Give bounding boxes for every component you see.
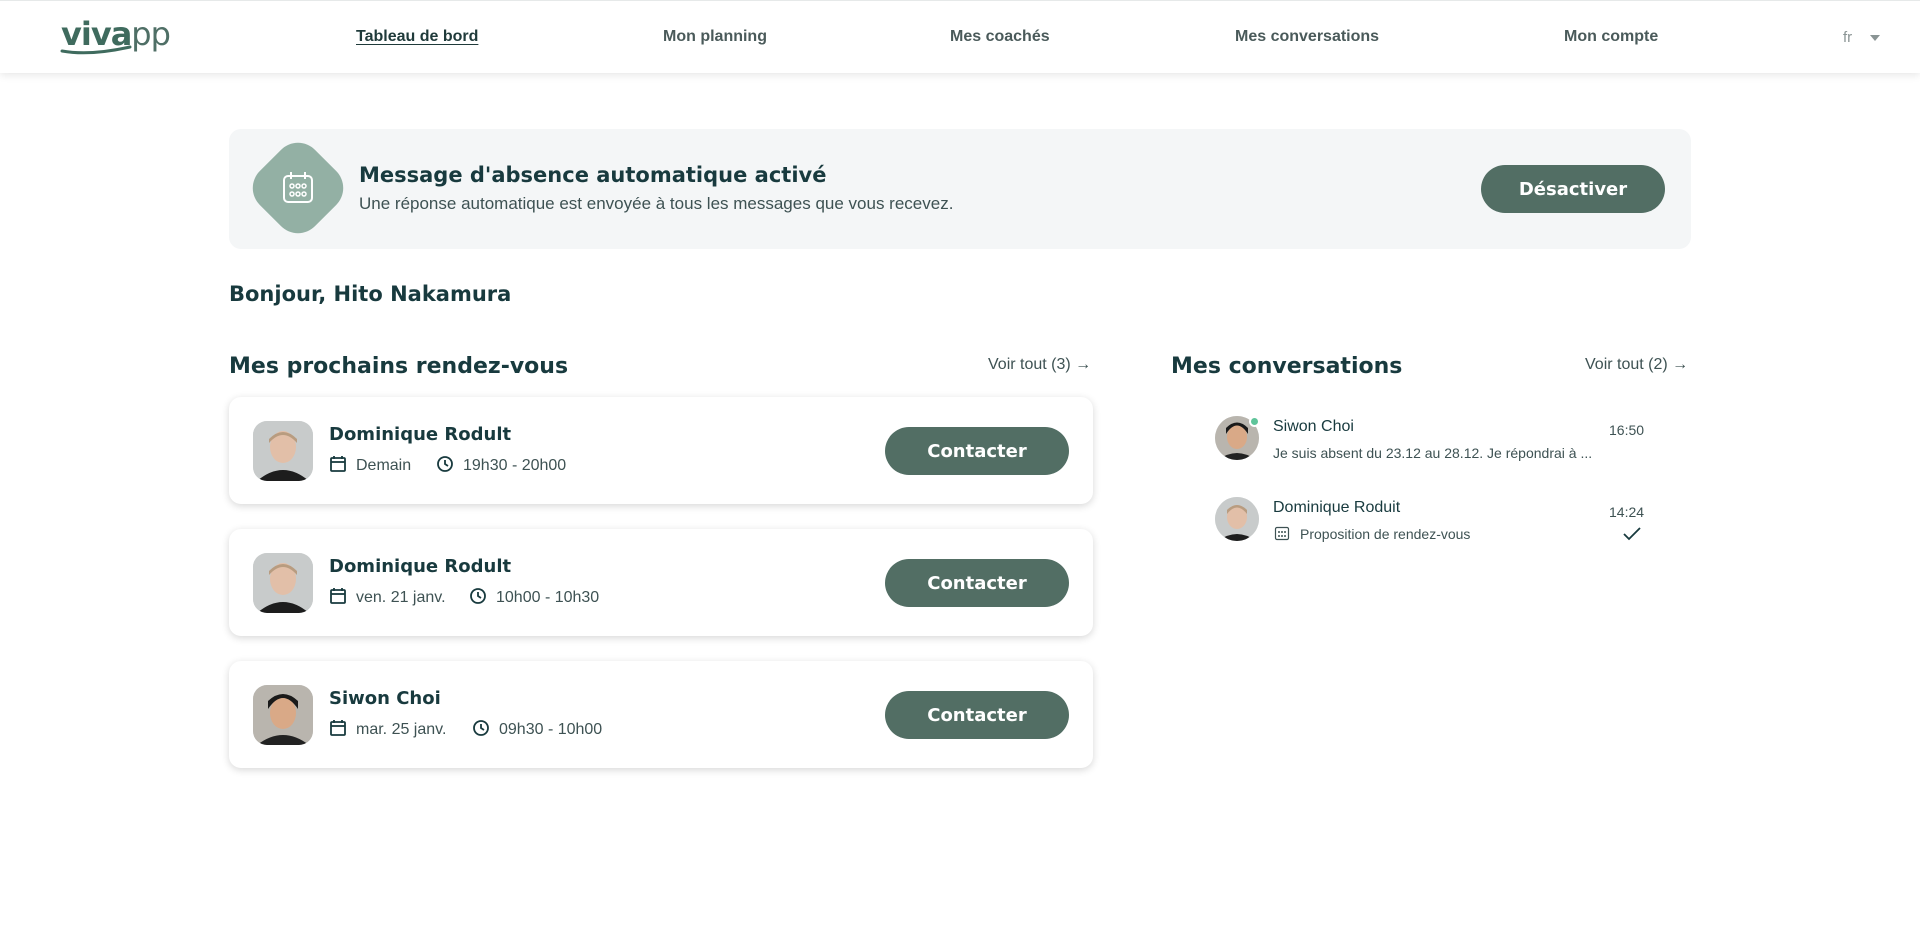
calendar-icon (330, 588, 346, 604)
conversation-name: Dominique Roduit (1273, 499, 1401, 516)
appointment-time: 09h30 - 10h00 (499, 721, 603, 738)
see-all-label: Voir tout (3) (988, 356, 1071, 373)
nav-mon-compte[interactable]: Mon compte (1564, 28, 1658, 46)
calendar-proposal-icon (1274, 526, 1290, 541)
avatar (1215, 497, 1259, 541)
online-status-indicator (1249, 416, 1260, 427)
conversations-title: Mes conversations (1171, 354, 1403, 379)
appointment-date: Demain (356, 457, 412, 474)
coachee-name: Siwon Choi (329, 688, 441, 709)
appointment-date: ven. 21 janv. (356, 589, 446, 606)
coachee-name: Dominique Rodult (329, 556, 512, 577)
conversation-time: 14:24 (1609, 504, 1645, 520)
read-check-icon (1623, 527, 1641, 541)
arrow-right-icon: → (1075, 356, 1092, 373)
calendar-icon (330, 456, 346, 472)
coachee-name: Dominique Rodult (329, 424, 512, 445)
see-all-label: Voir tout (2) (1585, 356, 1668, 373)
nav-tableau-de-bord[interactable]: Tableau de bord (356, 28, 478, 46)
appointments-see-all-link[interactable]: Voir tout (3) → (988, 356, 1091, 374)
appointment-card: Dominique Rodult ven. 21 janv. 10h00 - 1… (229, 529, 1093, 636)
nav-mes-conversations[interactable]: Mes conversations (1235, 28, 1379, 46)
avatar (253, 421, 313, 481)
contact-button[interactable]: Contacter (885, 691, 1069, 739)
conversation-item[interactable]: Siwon Choi Je suis absent du 23.12 au 28… (1215, 416, 1655, 480)
calendar-icon (330, 720, 346, 736)
conversation-item[interactable]: Dominique Roduit Proposition de rendez-v… (1215, 497, 1655, 561)
conversations-see-all-link[interactable]: Voir tout (2) → (1585, 356, 1688, 374)
clock-icon (473, 720, 489, 736)
clock-icon (437, 456, 453, 472)
appointment-card: Siwon Choi mar. 25 janv. 09h30 - 10h00 C… (229, 661, 1093, 768)
appointment-card: Dominique Rodult Demain 19h30 - 20h00 Co… (229, 397, 1093, 504)
appointment-time: 10h00 - 10h30 (496, 589, 600, 606)
calendar-away-icon (283, 172, 313, 203)
avatar (253, 553, 313, 613)
banner-title: Message d'absence automatique activé (359, 163, 827, 187)
logo-swoosh-icon (60, 45, 132, 55)
deactivate-button[interactable]: Désactiver (1481, 165, 1665, 213)
conversation-preview: Je suis absent du 23.12 au 28.12. Je rép… (1273, 445, 1593, 461)
top-navbar: vivapp Tableau de bord Mon planning Mes … (0, 0, 1920, 73)
appointment-date: mar. 25 janv. (356, 721, 447, 738)
banner-subtitle: Une réponse automatique est envoyée à to… (359, 194, 954, 213)
greeting: Bonjour, Hito Nakamura (229, 282, 512, 306)
nav-mon-planning[interactable]: Mon planning (663, 28, 767, 46)
contact-button[interactable]: Contacter (885, 427, 1069, 475)
language-selector[interactable]: fr (1843, 29, 1852, 46)
conversation-preview: Proposition de rendez-vous (1300, 526, 1471, 542)
contact-button[interactable]: Contacter (885, 559, 1069, 607)
appointment-time: 19h30 - 20h00 (463, 457, 567, 474)
conversation-time: 16:50 (1609, 422, 1645, 438)
chevron-down-icon[interactable] (1870, 35, 1880, 41)
clock-icon (470, 588, 486, 604)
nav-mes-coaches[interactable]: Mes coachés (950, 28, 1050, 46)
arrow-right-icon: → (1672, 356, 1689, 373)
appointments-title: Mes prochains rendez-vous (229, 354, 569, 379)
logo-text-light: pp (131, 15, 171, 53)
conversation-name: Siwon Choi (1273, 418, 1354, 435)
avatar (253, 685, 313, 745)
absence-banner: Message d'absence automatique activé Une… (229, 129, 1691, 249)
